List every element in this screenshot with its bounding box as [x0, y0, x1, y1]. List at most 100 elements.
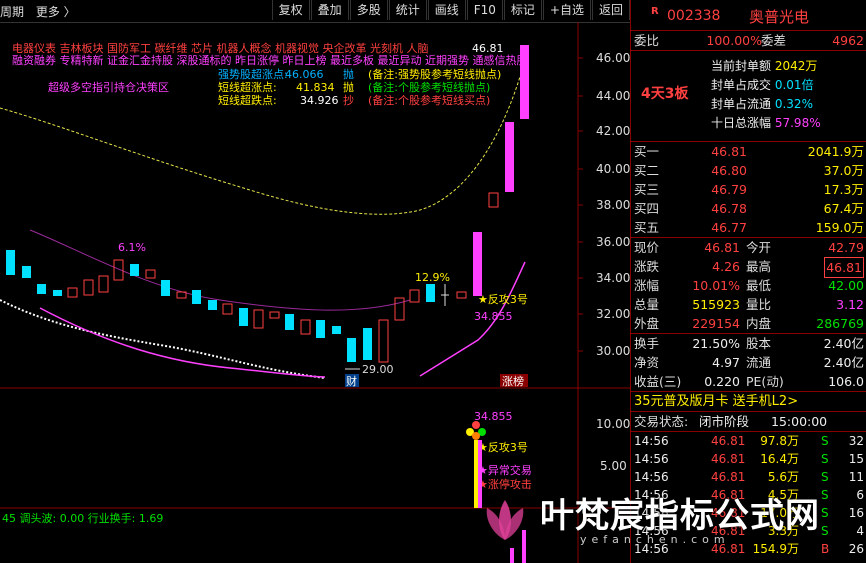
more-menu[interactable]: 更多 〉: [36, 5, 76, 19]
zhangbang-badge[interactable]: 涨榜: [502, 374, 524, 388]
feng-value: 0.32%: [774, 97, 813, 111]
quote-value: 10.01%: [692, 278, 740, 293]
sub-bar: [474, 440, 478, 508]
tick-volume: 16.4万: [760, 452, 799, 466]
stats-label: 流通: [746, 355, 772, 370]
feng-item: 十日总涨幅 57.98%: [711, 114, 821, 131]
promo-link[interactable]: 35元普及版月卡 送手机L2>: [631, 392, 866, 412]
quote-value: 229154: [692, 316, 740, 331]
concept-tags-line2: 融资融券 专精特新 证金汇金持股 深股通标的 昨日涨停 昨日上榜 最近多板 最近…: [12, 53, 527, 67]
bid-price: 46.78: [711, 201, 747, 216]
tick-side: S: [821, 434, 829, 448]
kline-chart[interactable]: 46.00 44.00 42.00 40.00 38.00 36.00 34.0…: [0, 22, 630, 563]
quote-label: 外盘: [634, 316, 660, 331]
tick-volume: 4.5万: [767, 488, 799, 502]
tick-price: 46.81: [711, 506, 746, 520]
y-tick: 30.00: [596, 344, 630, 358]
y-tick: 40.00: [596, 162, 630, 176]
bid-price: 46.77: [711, 220, 747, 235]
candle: [6, 250, 15, 275]
tick-row: 14:56 46.81 97.8万 S 32: [631, 432, 866, 450]
y-tick: 42.00: [596, 124, 630, 138]
candle: [456, 291, 467, 299]
tick-price: 46.81: [711, 452, 746, 466]
quote-label: 最高: [746, 259, 772, 274]
bid-price: 46.79: [711, 182, 747, 197]
feng-value: 57.98%: [774, 116, 821, 130]
stock-code[interactable]: 002338: [667, 8, 720, 24]
indicator-value: 34.926: [300, 94, 339, 107]
stats-label: 净资: [634, 355, 660, 370]
statistics-button[interactable]: 统计: [388, 0, 427, 20]
pct-label: 6.1%: [118, 241, 146, 254]
tick-row: 14:56 46.81 5.6万 S 11: [631, 468, 866, 486]
candle: [332, 326, 341, 334]
tick-row: 14:56 46.81 3.3万 S 4: [631, 522, 866, 540]
fin-badge[interactable]: 财: [346, 374, 357, 388]
f10-button[interactable]: F10: [466, 0, 503, 20]
quote-value: 3.12: [836, 297, 864, 312]
candle: [239, 308, 248, 326]
back-button[interactable]: 返回: [591, 0, 630, 20]
limit-up-candle: [473, 232, 482, 296]
multi-stock-button[interactable]: 多股: [349, 0, 388, 20]
boards-label: 4天3板: [641, 86, 689, 102]
candle: [192, 290, 201, 304]
stock-name[interactable]: 奥普光电: [749, 6, 809, 27]
bid-volume: 2041.9万: [807, 144, 864, 159]
quote-label: 今开: [746, 240, 772, 255]
anomaly-signal: ★异常交易: [478, 463, 532, 477]
quote-value: 286769: [816, 316, 864, 331]
tick-count: 16: [848, 506, 864, 520]
overlay-button[interactable]: 叠加: [310, 0, 349, 20]
quote-panel: R 002338 奥普光电 委比 100.00% 委差 4962 4天3板 当前…: [630, 0, 866, 563]
quote-block: 现价 46.81 今开 42.79 涨跌 4.26 最高 46.81 涨幅 10.01% 最低 4…: [631, 238, 866, 334]
candle: [98, 275, 109, 293]
trade-status-value: 闭市阶段: [699, 414, 750, 429]
period-menu[interactable]: 周期: [0, 5, 24, 19]
volume-bar: [522, 530, 526, 563]
stats-row: 收益(三) 0.220 PE(动) 106.0: [631, 372, 866, 391]
stats-row: 净资 4.97 流通 2.40亿: [631, 353, 866, 372]
tick-price: 46.81: [711, 434, 746, 448]
tick-side: S: [821, 488, 829, 502]
stats-value: 2.40亿: [823, 355, 864, 370]
feng-label: 封单占成交: [711, 78, 772, 92]
tick-price: 46.81: [711, 488, 746, 502]
feng-label: 当前封单额: [711, 59, 772, 73]
mark-button[interactable]: 标记: [503, 0, 542, 20]
bid-label: 买四: [634, 201, 660, 216]
candle: [426, 284, 435, 302]
seal-order-box: 4天3板 当前封单额 2042万 封单占成交 0.01倍 封单占流通 0.32%…: [631, 51, 866, 142]
quote-label: 涨幅: [634, 278, 660, 293]
quote-label: 内盘: [746, 316, 772, 331]
trade-status-row: 交易状态: 闭市阶段 15:00:00: [631, 412, 866, 432]
tick-side: B: [821, 542, 830, 556]
tick-side: S: [821, 506, 829, 520]
add-watchlist-button[interactable]: +自选: [542, 0, 591, 20]
signal-dot: [472, 421, 480, 429]
concept-tags-line1: 电器仪表 吉林板块 国防军工 碳纤维 芯片 机器人概念 机器视觉 央企改革 光刻…: [12, 41, 428, 55]
feng-item: 当前封单额 2042万: [711, 57, 817, 74]
stats-value: 0.220: [704, 374, 740, 389]
adjust-button[interactable]: 复权: [271, 0, 310, 20]
quote-label: 量比: [746, 297, 772, 312]
tick-side: S: [821, 524, 829, 538]
volume-bar: [510, 548, 514, 563]
strategy-label: 超级多空指引持仓决策区: [48, 80, 169, 94]
bid-label: 买五: [634, 220, 660, 235]
stats-value: 21.50%: [692, 336, 740, 351]
tick-count: 6: [856, 488, 864, 502]
draw-line-button[interactable]: 画线: [427, 0, 466, 20]
y-tick: 5.00: [600, 459, 627, 473]
bid-volume: 17.3万: [823, 182, 864, 197]
stock-title: R 002338 奥普光电: [631, 0, 866, 31]
tick-list: 14:56 46.81 97.8万 S 32 14:56 46.81 16.4万 S 15 14…: [631, 432, 866, 558]
feng-value: 2042万: [774, 59, 818, 73]
indicator-note: (备注:个股参考短线买点): [368, 93, 490, 107]
indicator-value: 41.834: [296, 81, 335, 94]
tick-volume: 3.3万: [767, 524, 799, 538]
indicator-name: 短线超涨点:: [218, 80, 277, 94]
tick-count: 11: [848, 470, 864, 484]
quote-value: 46.81: [704, 240, 740, 255]
